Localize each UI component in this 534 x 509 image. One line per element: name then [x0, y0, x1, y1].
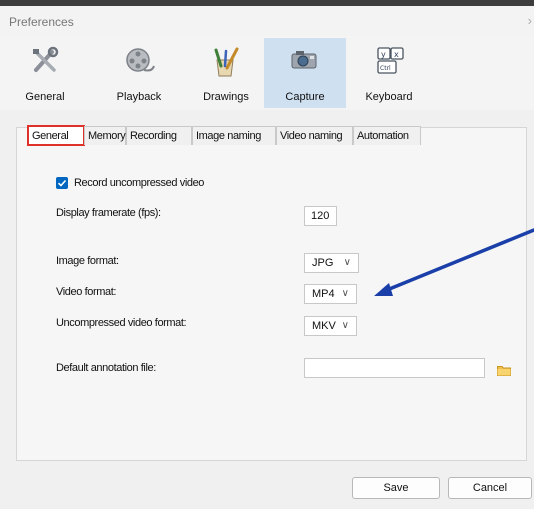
window-title: Preferences — [9, 15, 74, 29]
keyboard-icon: y x Ctrl — [377, 47, 404, 74]
uncompressed-format-value: MKV — [312, 320, 336, 332]
video-format-select[interactable]: MP4 ∨ — [304, 284, 357, 304]
folder-icon[interactable] — [497, 365, 511, 376]
toolbar-item-playback[interactable]: Playback — [104, 38, 174, 108]
cancel-button[interactable]: Cancel — [448, 477, 532, 499]
chevron-down-icon: ∨ — [341, 320, 349, 331]
film-reel-icon — [126, 48, 155, 72]
toolbar-label: Playback — [116, 91, 162, 103]
tab-memory[interactable]: Memory — [84, 126, 126, 145]
toolbar-item-keyboard[interactable]: y x Ctrl Keyboard — [354, 38, 424, 108]
toolbar-label: Capture — [285, 91, 325, 103]
svg-text:x: x — [394, 50, 399, 59]
toolbar: General Playback Drawings Capture y x Ct… — [0, 36, 534, 110]
paint-brush-icon — [214, 47, 239, 77]
title-bar: Preferences › — [0, 6, 534, 36]
record-uncompressed-checkbox[interactable] — [56, 177, 68, 189]
toolbar-item-capture[interactable]: Capture — [264, 38, 346, 108]
toolbar-label: General — [25, 91, 65, 103]
uncompressed-format-select[interactable]: MKV ∨ — [304, 316, 357, 336]
tab-image-naming[interactable]: Image naming — [192, 126, 276, 145]
image-format-select[interactable]: JPG ∨ — [304, 253, 359, 273]
close-icon[interactable]: › — [528, 13, 532, 28]
annotation-file-input[interactable] — [304, 358, 485, 378]
annotation-file-label: Default annotation file: — [56, 362, 156, 374]
uncompressed-format-label: Uncompressed video format: — [56, 317, 187, 329]
display-framerate-label: Display framerate (fps): — [56, 207, 161, 219]
tab-general[interactable]: General — [27, 125, 85, 146]
video-format-label: Video format: — [56, 286, 117, 298]
camera-icon — [291, 51, 317, 69]
toolbar-label: Keyboard — [365, 91, 413, 103]
video-format-value: MP4 — [312, 288, 335, 300]
chevron-down-icon: ∨ — [341, 288, 349, 299]
toolbar-item-drawings[interactable]: Drawings — [191, 38, 261, 108]
svg-text:y: y — [381, 50, 386, 59]
image-format-label: Image format: — [56, 255, 119, 267]
tab-video-naming[interactable]: Video naming — [276, 126, 353, 145]
svg-text:Ctrl: Ctrl — [380, 65, 391, 72]
record-uncompressed-label: Record uncompressed video — [74, 177, 205, 189]
chevron-down-icon: ∨ — [343, 257, 351, 268]
toolbar-label: Drawings — [203, 91, 249, 103]
tab-automation[interactable]: Automation — [353, 126, 421, 145]
checkmark-icon — [57, 179, 67, 187]
image-format-value: JPG — [312, 257, 334, 269]
tools-icon — [33, 46, 59, 72]
save-button[interactable]: Save — [352, 477, 440, 499]
display-framerate-input[interactable]: 120 — [304, 206, 337, 226]
tab-recording[interactable]: Recording — [126, 126, 192, 145]
toolbar-item-general[interactable]: General — [10, 38, 80, 108]
